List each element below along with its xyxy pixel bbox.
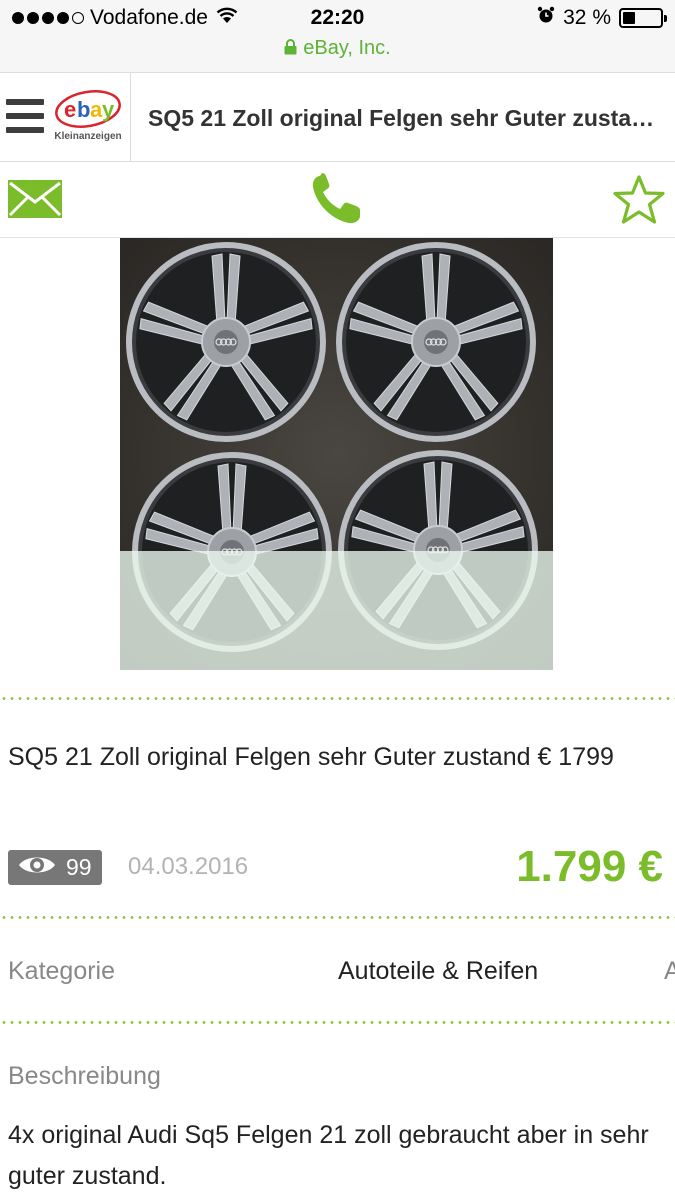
category-label: Kategorie <box>8 957 116 985</box>
svg-text:y: y <box>102 97 115 122</box>
description-text: 4x original Audi Sq5 Felgen 21 zoll gebr… <box>8 1121 649 1190</box>
action-bar <box>0 162 675 238</box>
separator <box>0 916 675 919</box>
svg-text:e: e <box>64 97 76 122</box>
battery-icon <box>619 8 667 28</box>
battery-percent: 32 % <box>563 6 611 29</box>
view-count: 99 <box>66 854 92 880</box>
page-title: SQ5 21 Zoll original Felgen sehr Guter z… <box>148 105 663 131</box>
battery-level <box>623 12 635 24</box>
menu-icon[interactable] <box>6 99 44 133</box>
ad-title: SQ5 21 Zoll original Felgen sehr Guter z… <box>8 743 614 771</box>
product-image[interactable] <box>120 238 553 670</box>
ad-date: 04.03.2016 <box>128 853 249 880</box>
separator <box>0 1021 675 1024</box>
separator <box>0 697 675 700</box>
header-divider <box>130 73 131 161</box>
star-icon[interactable] <box>612 174 666 231</box>
eye-icon <box>18 854 56 882</box>
svg-text:b: b <box>77 97 90 122</box>
category-value[interactable]: Autoteile & Reifen <box>338 957 538 986</box>
status-bar: Vodafone.de 22:20 32 % eBay, Inc. <box>0 0 675 72</box>
mail-icon[interactable] <box>8 180 62 223</box>
ad-price: 1.799 € <box>516 842 663 891</box>
description-label: Beschreibung <box>8 1062 161 1090</box>
phone-icon[interactable] <box>310 172 364 231</box>
url-text: eBay, Inc. <box>303 37 391 59</box>
view-count-badge: 99 <box>8 850 102 885</box>
lock-icon <box>284 38 297 61</box>
logo-subtext: Kleinanzeigen <box>54 131 122 142</box>
status-right: 32 % <box>537 6 667 30</box>
category-next-cell: A <box>664 957 675 985</box>
alarm-icon <box>537 6 555 30</box>
image-overlay <box>120 551 553 670</box>
app-header: e b a y Kleinanzeigen SQ5 21 Zoll origin… <box>0 72 675 162</box>
url-bar[interactable]: eBay, Inc. <box>0 37 675 61</box>
